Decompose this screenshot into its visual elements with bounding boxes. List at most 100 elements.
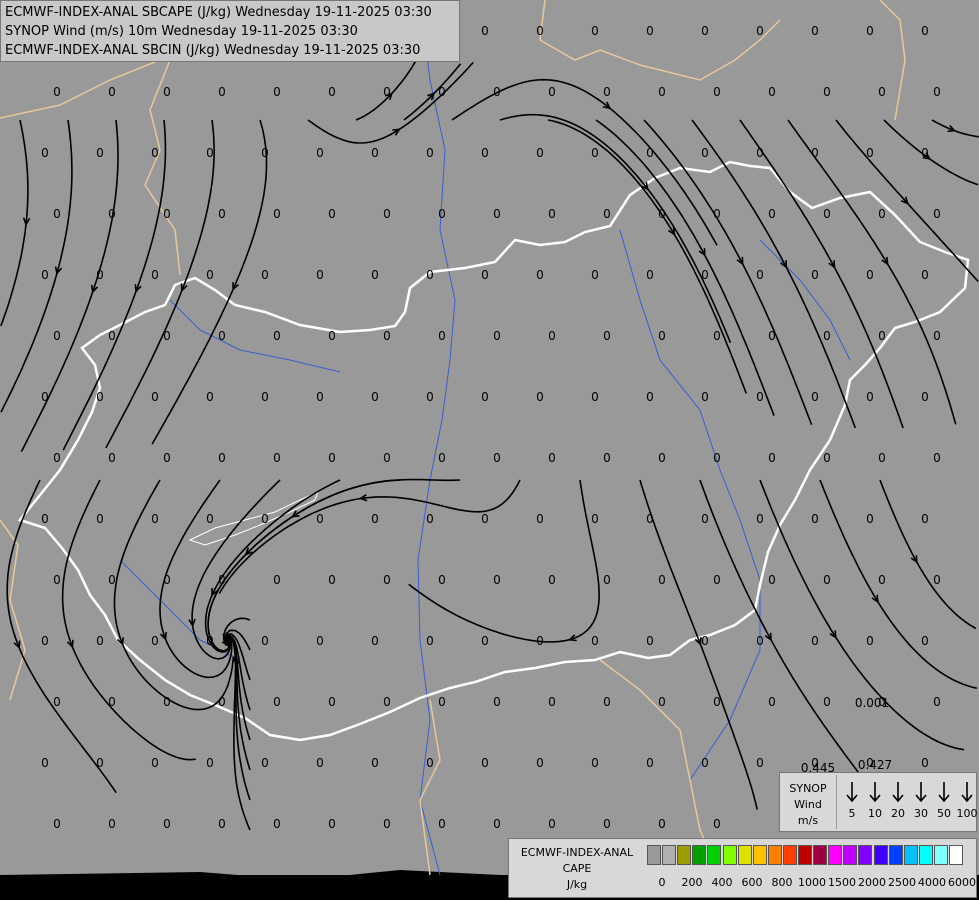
sbcin-value: 0: [261, 268, 269, 282]
sbcin-value: 0: [426, 268, 434, 282]
sbcin-value: 0: [163, 573, 171, 587]
special-value-2: 0.427: [858, 758, 892, 772]
sbcin-value: 0: [371, 146, 379, 160]
sbcin-value: 0: [603, 817, 611, 831]
sbcin-value: 0: [273, 573, 281, 587]
sbcin-value: 0: [328, 329, 336, 343]
sbcin-value: 0: [701, 146, 709, 160]
sbcin-value: 0: [493, 329, 501, 343]
sbcin-value: 0: [921, 756, 929, 770]
sbcin-value: 0: [756, 268, 764, 282]
sbcin-value: 0: [163, 329, 171, 343]
sbcin-value: 0: [878, 451, 886, 465]
wind-legend-arrow-50: 50: [932, 781, 956, 820]
cape-tick-2000: 2000: [858, 876, 886, 889]
sbcin-value: 0: [823, 85, 831, 99]
cape-swatch-2: [677, 845, 692, 865]
sbcin-value: 0: [96, 634, 104, 648]
cape-tick-600: 600: [741, 876, 763, 889]
sbcin-value: 0: [536, 268, 544, 282]
sbcin-value: 0: [878, 207, 886, 221]
sbcin-value: 0: [438, 573, 446, 587]
sbcin-value: 0: [811, 24, 819, 38]
sbcin-value: 0: [768, 573, 776, 587]
sbcin-value: 0: [108, 207, 116, 221]
sbcin-value: 0: [53, 817, 61, 831]
sbcin-value: 0: [823, 451, 831, 465]
wind-legend-speed: 5: [848, 807, 856, 820]
sbcin-value: 0: [328, 451, 336, 465]
sbcin-value: 0: [603, 85, 611, 99]
sbcin-value: 0: [658, 451, 666, 465]
sbcin-value: 0: [493, 451, 501, 465]
cape-swatch-17: [903, 845, 918, 865]
sbcin-value: 0: [603, 573, 611, 587]
cape-swatch-8: [767, 845, 782, 865]
sbcin-value: 0: [53, 451, 61, 465]
cape-tick-200: 200: [681, 876, 703, 889]
sbcin-value: 0: [96, 268, 104, 282]
cape-swatch-16: [888, 845, 903, 865]
sbcin-value: 0: [493, 207, 501, 221]
sbcin-value: 0: [438, 329, 446, 343]
sbcin-value: 0: [96, 146, 104, 160]
sbcin-value: 0: [151, 634, 159, 648]
sbcin-value: 0: [481, 146, 489, 160]
sbcin-value: 0: [261, 512, 269, 526]
sbcin-value: 0: [41, 390, 49, 404]
sbcin-value: 0: [151, 146, 159, 160]
sbcin-value: 0: [603, 451, 611, 465]
sbcin-value: 0: [646, 24, 654, 38]
sbcin-value: 0: [273, 207, 281, 221]
sbcin-value: 0: [383, 573, 391, 587]
sbcin-value: 0: [646, 634, 654, 648]
sbcin-value: 0: [481, 634, 489, 648]
sbcin-value: 0: [41, 268, 49, 282]
cape-swatch-18: [918, 845, 933, 865]
sbcin-value: 0: [218, 573, 226, 587]
sbcin-value: 0: [713, 695, 721, 709]
cape-swatch-10: [798, 845, 812, 865]
cape-swatch-4: [707, 845, 722, 865]
cape-swatch-14: [858, 845, 873, 865]
wind-legend-speed: 10: [868, 807, 882, 820]
sbcin-value: 0: [261, 634, 269, 648]
wind-legend-arrow-30: 30: [909, 781, 933, 820]
sbcin-value: 0: [548, 573, 556, 587]
sbcin-value: 0: [701, 512, 709, 526]
wind-legend-speed: 50: [937, 807, 951, 820]
cape-swatch-9: [782, 845, 797, 865]
sbcin-value: 0: [53, 695, 61, 709]
sbcin-value: 0: [701, 24, 709, 38]
sbcin-value: 0: [591, 24, 599, 38]
sbcin-value: 0: [218, 329, 226, 343]
wind-legend-arrow-5: 5: [840, 781, 864, 820]
sbcin-value: 0: [218, 207, 226, 221]
sbcin-value: 0: [438, 207, 446, 221]
sbcin-value: 0: [328, 573, 336, 587]
sbcin-value: 0: [383, 817, 391, 831]
wind-legend-label: SYNOP Wind m/s: [789, 782, 827, 827]
sbcin-value: 0: [96, 512, 104, 526]
sbcin-value: 0: [163, 451, 171, 465]
sbcin-value: 0: [591, 634, 599, 648]
sbcin-value: 0: [426, 146, 434, 160]
sbcin-value: 0: [646, 146, 654, 160]
cape-swatch-6: [737, 845, 752, 865]
title-line-cape: ECMWF-INDEX-ANAL SBCAPE (J/kg) Wednesday…: [5, 5, 432, 20]
cape-legend-label: ECMWF-INDEX-ANAL CAPE J/kg: [520, 846, 634, 891]
sbcin-value: 0: [701, 634, 709, 648]
cape-swatch-0: [647, 845, 661, 865]
sbcin-value: 0: [426, 756, 434, 770]
sbcin-value: 0: [646, 512, 654, 526]
sbcin-value: 0: [41, 512, 49, 526]
weather-map: 0 0 0 0 0 0 0 0 0 0 0 0 0 0 0 0 0 0 0 0 0 0 0 0 0 0 0 0 0 0 0 0 0 0 0 0 0 0 0 0…: [0, 0, 979, 900]
sbcin-value: 0: [53, 207, 61, 221]
sbcin-value: 0: [866, 512, 874, 526]
sbcin-value: 0: [823, 573, 831, 587]
sbcin-value: 0: [426, 634, 434, 648]
sbcin-value: 0: [96, 390, 104, 404]
sbcin-value: 0: [328, 695, 336, 709]
sbcin-value: 0: [548, 85, 556, 99]
sbcin-value: 0: [206, 512, 214, 526]
